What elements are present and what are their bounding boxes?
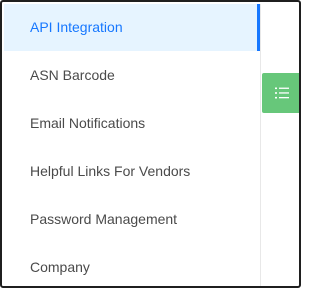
window-frame: API Integration ASN Barcode Email Notifi…: [0, 0, 301, 288]
menu-item-company[interactable]: Company: [4, 243, 260, 286]
menu-item-asn-barcode[interactable]: ASN Barcode: [4, 51, 260, 99]
menu-item-password-management[interactable]: Password Management: [4, 195, 260, 243]
menu-item-helpful-links[interactable]: Helpful Links For Vendors: [4, 147, 260, 195]
list-icon: [274, 87, 289, 99]
menu-item-api-integration[interactable]: API Integration: [4, 4, 260, 51]
sidebar-menu: API Integration ASN Barcode Email Notifi…: [4, 4, 261, 286]
menu-item-email-notifications[interactable]: Email Notifications: [4, 99, 260, 147]
menu-toggle-button[interactable]: [262, 73, 299, 113]
